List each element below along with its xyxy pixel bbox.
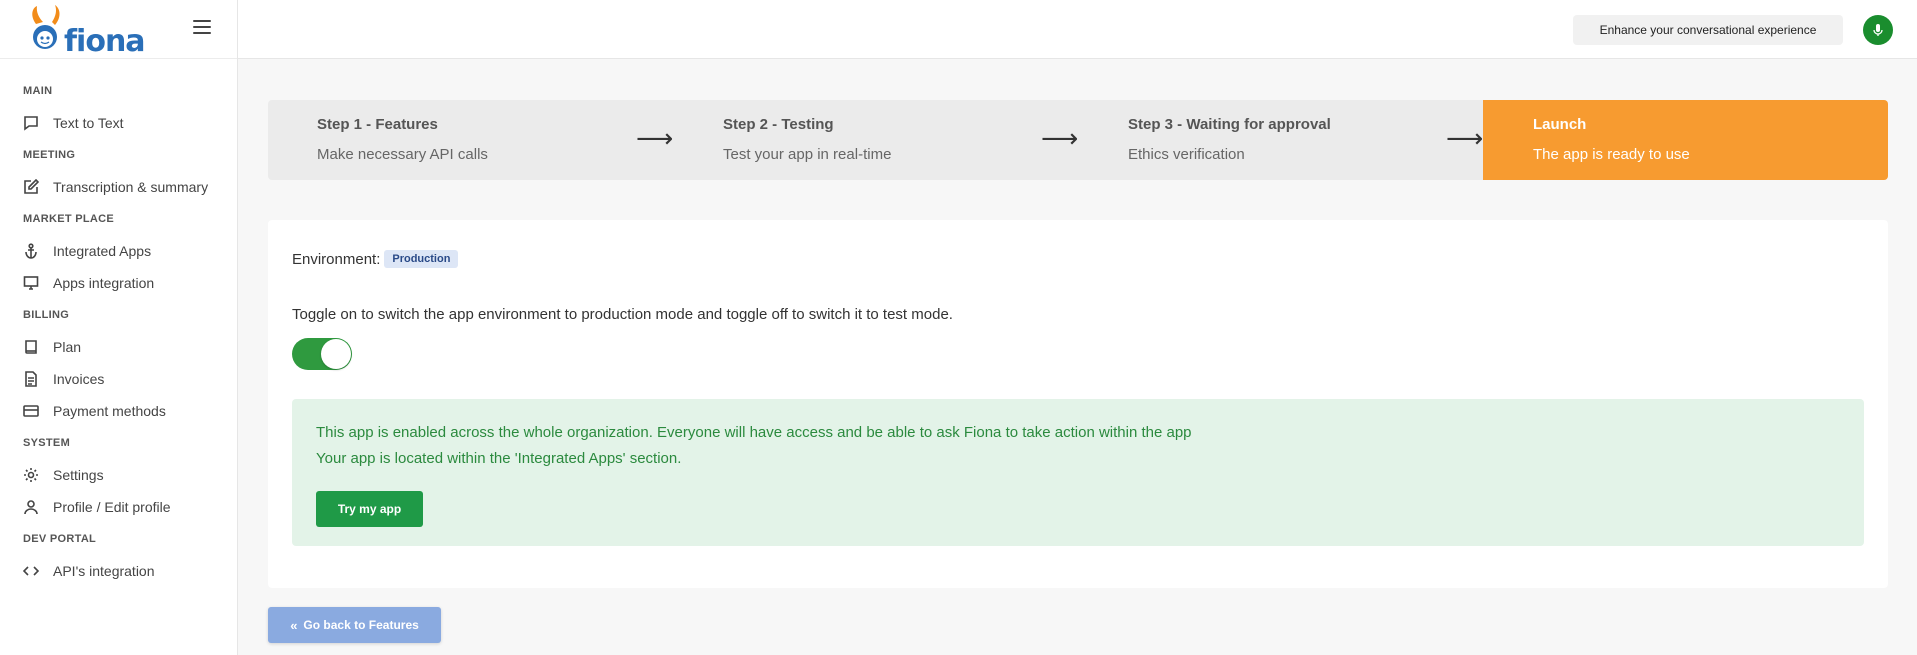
microphone-icon bbox=[1873, 24, 1883, 36]
sidebar-nav: MAIN Text to Text MEETING Transcription … bbox=[0, 59, 237, 587]
go-back-label: Go back to Features bbox=[303, 618, 419, 632]
environment-label: Environment: bbox=[292, 250, 381, 268]
sidebar-item-label: Invoices bbox=[53, 371, 105, 387]
step-launch[interactable]: Launch The app is ready to use bbox=[1483, 100, 1888, 180]
topbar: Enhance your conversational experience bbox=[238, 0, 1917, 59]
step-waiting-approval[interactable]: Step 3 - Waiting for approval Ethics ver… bbox=[1128, 100, 1331, 180]
sidebar-item-transcription[interactable]: Transcription & summary bbox=[0, 171, 237, 203]
app-root: fiona MAIN Text to Text MEETING Transcri… bbox=[0, 0, 1917, 655]
environment-toggle[interactable] bbox=[292, 338, 352, 370]
step-testing[interactable]: Step 2 - Testing Test your app in real-t… bbox=[723, 100, 891, 180]
sidebar-item-label: Integrated Apps bbox=[53, 243, 152, 259]
sidebar-item-label: Transcription & summary bbox=[53, 179, 209, 195]
environment-card: Environment: Production Toggle on to swi… bbox=[268, 220, 1888, 588]
anchor-icon bbox=[23, 243, 39, 259]
chat-icon bbox=[23, 115, 39, 131]
monitor-icon bbox=[23, 275, 39, 291]
step-features[interactable]: Step 1 - Features Make necessary API cal… bbox=[317, 100, 488, 180]
sidebar-item-label: Payment methods bbox=[53, 403, 166, 419]
section-title-meeting: MEETING bbox=[23, 149, 76, 161]
sidebar-item-label: Text to Text bbox=[53, 115, 124, 131]
enhance-experience-button[interactable]: Enhance your conversational experience bbox=[1573, 15, 1843, 45]
credit-card-icon bbox=[23, 403, 39, 419]
hamburger-menu-icon[interactable] bbox=[193, 20, 211, 36]
step-arrow-icon: ⟶ bbox=[1041, 124, 1079, 154]
step-title: Launch bbox=[1533, 116, 1587, 133]
alert-line-2: Your app is located within the 'Integrat… bbox=[316, 450, 682, 467]
step-subtitle: Test your app in real-time bbox=[723, 146, 892, 163]
section-title-billing: BILLING bbox=[23, 309, 70, 321]
sidebar-item-text-to-text[interactable]: Text to Text bbox=[0, 107, 237, 139]
step-arrow-icon: ⟶ bbox=[1446, 124, 1484, 154]
sidebar-item-payment-methods[interactable]: Payment methods bbox=[0, 395, 237, 427]
user-icon bbox=[23, 499, 39, 515]
section-title-market-place: MARKET PLACE bbox=[23, 213, 114, 225]
step-title: Step 3 - Waiting for approval bbox=[1128, 116, 1331, 133]
step-title: Step 2 - Testing bbox=[723, 116, 834, 133]
success-alert: This app is enabled across the whole org… bbox=[292, 399, 1864, 546]
go-back-button[interactable]: « Go back to Features bbox=[268, 607, 441, 643]
step-arrow-icon: ⟶ bbox=[636, 124, 674, 154]
sidebar: fiona MAIN Text to Text MEETING Transcri… bbox=[0, 0, 238, 655]
sidebar-item-label: Plan bbox=[53, 339, 82, 355]
step-subtitle: Ethics verification bbox=[1128, 146, 1245, 163]
environment-row: Environment: Production bbox=[292, 250, 459, 268]
logo-row: fiona bbox=[0, 0, 237, 59]
sidebar-item-plan[interactable]: Plan bbox=[0, 331, 237, 363]
double-chevron-left-icon: « bbox=[290, 617, 298, 633]
sidebar-item-profile[interactable]: Profile / Edit profile bbox=[0, 491, 237, 523]
sidebar-item-settings[interactable]: Settings bbox=[0, 459, 237, 491]
sidebar-item-label: Apps integration bbox=[53, 275, 155, 291]
file-icon bbox=[23, 371, 39, 387]
sidebar-item-label: Profile / Edit profile bbox=[53, 499, 171, 515]
sidebar-item-apps-integration[interactable]: Apps integration bbox=[0, 267, 237, 299]
section-title-dev-portal: DEV PORTAL bbox=[23, 533, 97, 545]
environment-badge: Production bbox=[384, 250, 459, 268]
step-subtitle: Make necessary API calls bbox=[317, 146, 488, 163]
sidebar-item-invoices[interactable]: Invoices bbox=[0, 363, 237, 395]
sidebar-item-integrated-apps[interactable]: Integrated Apps bbox=[0, 235, 237, 267]
sidebar-item-label: API's integration bbox=[53, 563, 155, 579]
section-title-main: MAIN bbox=[23, 85, 53, 97]
microphone-button[interactable] bbox=[1863, 15, 1893, 45]
alert-line-1: This app is enabled across the whole org… bbox=[316, 424, 1192, 441]
fiona-mascot-icon bbox=[32, 5, 60, 49]
step-title: Step 1 - Features bbox=[317, 116, 438, 133]
try-my-app-button[interactable]: Try my app bbox=[316, 491, 423, 527]
sidebar-item-api-integration[interactable]: API's integration bbox=[0, 555, 237, 587]
code-icon bbox=[23, 563, 39, 579]
logo-text: fiona bbox=[64, 24, 146, 59]
section-title-system: SYSTEM bbox=[23, 437, 71, 449]
environment-description: Toggle on to switch the app environment … bbox=[292, 306, 953, 323]
book-icon bbox=[23, 339, 39, 355]
sidebar-item-label: Settings bbox=[53, 467, 104, 483]
launch-stepper: Step 1 - Features Make necessary API cal… bbox=[268, 100, 1888, 180]
fiona-logo[interactable]: fiona bbox=[28, 4, 146, 59]
step-subtitle: The app is ready to use bbox=[1533, 146, 1690, 163]
toggle-knob bbox=[321, 339, 351, 369]
edit-icon bbox=[23, 179, 39, 195]
gear-icon bbox=[23, 467, 39, 483]
